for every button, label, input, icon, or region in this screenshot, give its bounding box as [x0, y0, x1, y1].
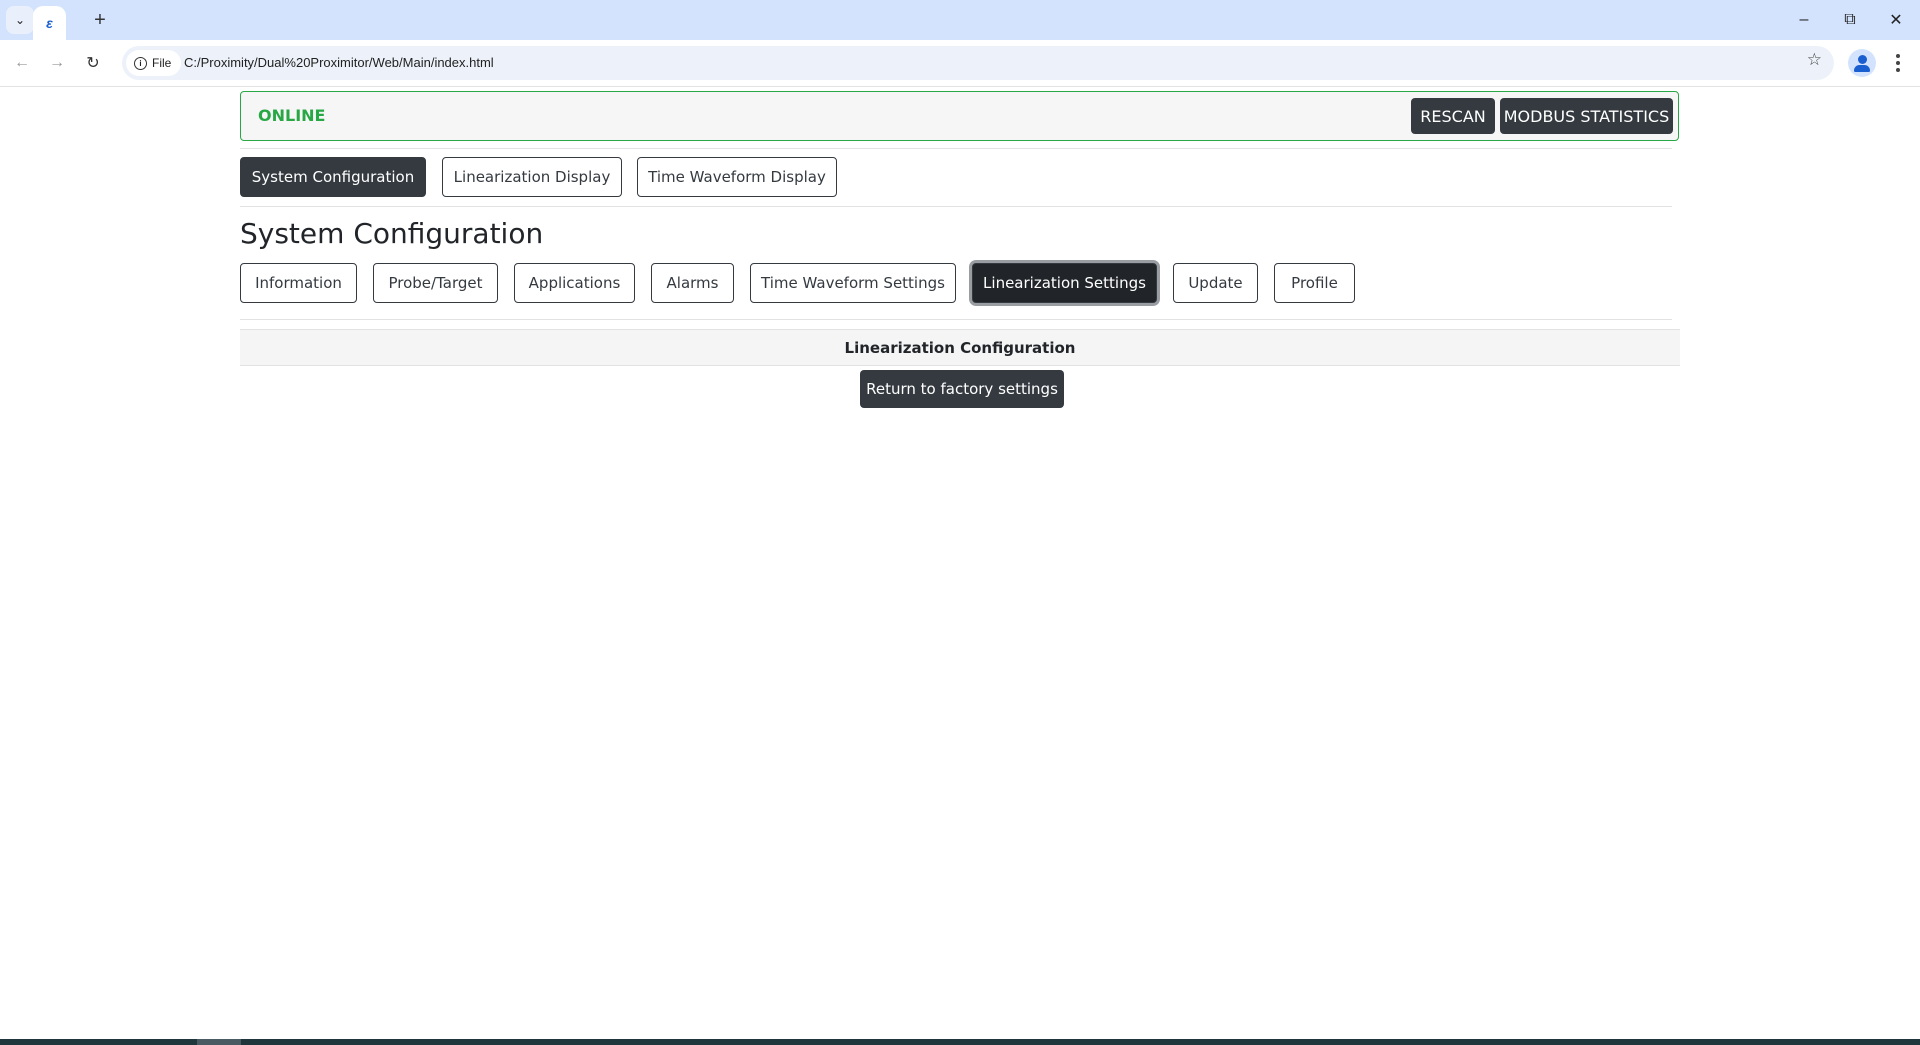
taskbar [0, 1039, 1920, 1045]
close-icon[interactable]: ✕ [1876, 6, 1916, 34]
divider [240, 319, 1672, 320]
url-text[interactable]: C:/Proximity/Dual%20Proximitor/Web/Main/… [184, 46, 494, 80]
site-info-chip[interactable]: i File [126, 50, 182, 76]
profile-avatar-icon[interactable] [1848, 49, 1876, 77]
minimize-icon[interactable]: – [1784, 6, 1824, 34]
bookmark-star-icon[interactable]: ☆ [1807, 50, 1822, 70]
browser-toolbar: ← → ↻ i File C:/Proximity/Dual%20Proximi… [0, 40, 1920, 87]
rescan-button[interactable]: RESCAN [1411, 98, 1495, 134]
connection-status-bar: ONLINE RESCAN MODBUS STATISTICS [240, 91, 1679, 141]
section-title: System Configuration [240, 217, 544, 250]
status-text: ONLINE [258, 106, 326, 125]
browser-tab[interactable]: ε [33, 6, 66, 40]
new-tab-plus-icon[interactable]: + [88, 8, 112, 32]
menu-kebab-icon[interactable] [1890, 50, 1906, 76]
return-to-factory-settings-button[interactable]: Return to factory settings [860, 370, 1064, 408]
forward-arrow-icon[interactable]: → [44, 50, 70, 76]
nav-time-waveform-display[interactable]: Time Waveform Display [637, 157, 837, 197]
favicon-icon: ε [46, 15, 53, 31]
tab-profile[interactable]: Profile [1274, 263, 1355, 303]
nav-linearization-display[interactable]: Linearization Display [442, 157, 622, 197]
info-icon: i [134, 56, 147, 70]
site-info-label: File [152, 56, 172, 70]
divider [240, 148, 1672, 149]
tab-update[interactable]: Update [1173, 263, 1258, 303]
tab-alarms[interactable]: Alarms [651, 263, 734, 303]
tab-applications[interactable]: Applications [514, 263, 635, 303]
address-bar[interactable]: i File C:/Proximity/Dual%20Proximitor/We… [122, 46, 1834, 80]
tab-search-chevron-down-icon[interactable]: ⌄ [6, 6, 34, 34]
tab-information[interactable]: Information [240, 263, 357, 303]
taskbar-item[interactable] [197, 1039, 241, 1045]
tab-probe-target[interactable]: Probe/Target [373, 263, 498, 303]
tab-linearization-settings[interactable]: Linearization Settings [972, 263, 1157, 303]
tab-time-waveform-settings[interactable]: Time Waveform Settings [750, 263, 956, 303]
reload-icon[interactable]: ↻ [80, 50, 106, 76]
linearization-configuration-header: Linearization Configuration [240, 329, 1680, 366]
nav-system-configuration[interactable]: System Configuration [240, 157, 426, 197]
back-arrow-icon[interactable]: ← [9, 50, 35, 76]
divider [240, 206, 1672, 207]
browser-tab-strip: ⌄ ε + – ⧉ ✕ [0, 0, 1920, 40]
restore-icon[interactable]: ⧉ [1830, 6, 1870, 34]
modbus-statistics-button[interactable]: MODBUS STATISTICS [1500, 98, 1673, 134]
